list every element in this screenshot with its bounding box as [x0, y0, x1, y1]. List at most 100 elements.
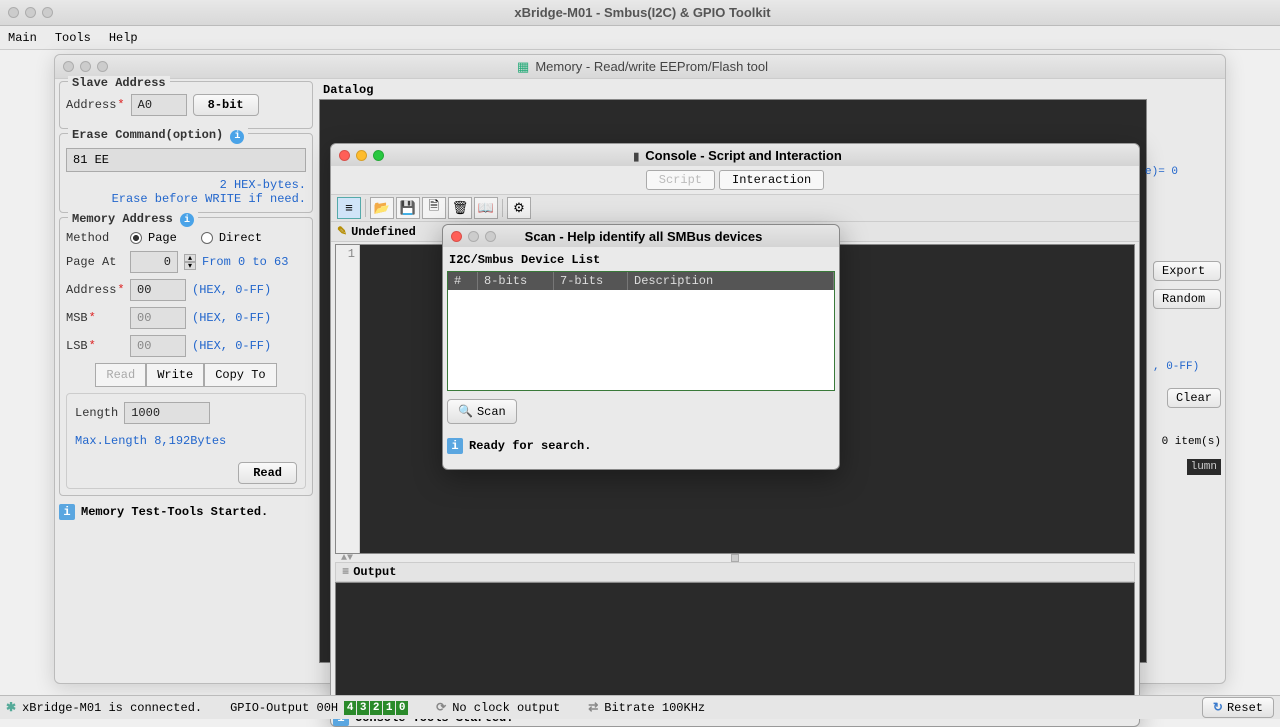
- editor-gutter: 1: [336, 245, 360, 553]
- info-icon[interactable]: i: [230, 130, 244, 144]
- zoom-icon[interactable]: [373, 150, 384, 161]
- console-titlebar: Console - Script and Interaction: [331, 144, 1139, 166]
- gpio-status: GPIO-Output 00H 4 3 2 1 0: [230, 701, 408, 715]
- memory-window-title: Memory - Read/write EEProm/Flash tool: [108, 59, 1177, 75]
- connection-status: xBridge-M01 is connected.: [6, 700, 202, 715]
- lsb-hint: (HEX, 0-FF): [192, 339, 271, 353]
- method-label: Method: [66, 231, 124, 245]
- tab-script[interactable]: Script: [646, 170, 715, 190]
- group-title: Memory Address i: [68, 212, 198, 228]
- column-header-partial: lumn: [1187, 459, 1221, 475]
- tb-saveas-icon[interactable]: 🗎: [422, 197, 446, 219]
- minimize-icon[interactable]: [468, 231, 479, 242]
- reset-button[interactable]: Reset: [1202, 697, 1274, 718]
- page-at-input[interactable]: 0: [130, 251, 178, 273]
- export-button[interactable]: Export: [1153, 261, 1221, 281]
- lsb-input: 00: [130, 335, 186, 357]
- minimize-icon[interactable]: [356, 150, 367, 161]
- tb-run-icon[interactable]: ⚙: [507, 197, 531, 219]
- console-title: Console - Script and Interaction: [384, 148, 1091, 163]
- scan-list-title: I2C/Smbus Device List: [447, 251, 835, 271]
- menu-help[interactable]: Help: [109, 31, 138, 45]
- minimize-icon[interactable]: [80, 61, 91, 72]
- read-button[interactable]: Read: [95, 363, 146, 387]
- side-hint-partial: , 0-FF): [1153, 361, 1221, 373]
- col-8bits: 8-bits: [478, 272, 554, 290]
- method-page-radio[interactable]: [130, 232, 142, 244]
- gpio-bit-1: 1: [383, 701, 395, 715]
- group-title: Slave Address: [68, 76, 170, 90]
- gpio-bit-3: 3: [357, 701, 369, 715]
- clock-icon: [436, 700, 446, 715]
- erase-hex-hint: 2 HEX-bytes.: [66, 178, 306, 192]
- col-7bits: 7-bits: [554, 272, 628, 290]
- scan-titlebar: Scan - Help identify all SMBus devices: [443, 225, 839, 247]
- minimize-icon[interactable]: [25, 7, 36, 18]
- method-direct-radio[interactable]: [201, 232, 213, 244]
- tb-open-icon[interactable]: 📂: [370, 197, 394, 219]
- col-index: #: [448, 272, 478, 290]
- copy-to-button[interactable]: Copy To: [204, 363, 276, 387]
- items-count: 0 item(s): [1162, 436, 1221, 448]
- gpio-bit-2: 2: [370, 701, 382, 715]
- slave-address-input[interactable]: A0: [131, 94, 187, 116]
- output-body: [335, 582, 1135, 700]
- memory-window-titlebar: Memory - Read/write EEProm/Flash tool: [55, 55, 1225, 79]
- close-icon[interactable]: [8, 7, 19, 18]
- page-label: Page: [148, 231, 177, 245]
- group-memory-address: Memory Address i Method Page Direct Page…: [59, 217, 313, 497]
- scan-status: i Ready for search.: [447, 438, 835, 454]
- length-label: Length: [75, 406, 118, 420]
- tb-book-icon[interactable]: 📖: [474, 197, 498, 219]
- app-traffic-lights: [8, 7, 53, 18]
- mem-address-input[interactable]: 00: [130, 279, 186, 301]
- close-icon[interactable]: [339, 150, 350, 161]
- menu-tools[interactable]: Tools: [55, 31, 91, 45]
- length-hint: Max.Length 8,192Bytes: [75, 434, 297, 448]
- clear-button[interactable]: Clear: [1167, 388, 1221, 408]
- page-at-hint: From 0 to 63: [202, 255, 288, 269]
- scan-table: # 8-bits 7-bits Description: [447, 271, 835, 391]
- console-toolbar: ≡ 📂 💾 🗎 🗑 📖 ⚙: [331, 194, 1139, 222]
- connect-icon: [6, 700, 16, 715]
- page-at-label: Page At: [66, 255, 124, 269]
- side-hint-partial: e)= 0: [1145, 166, 1221, 178]
- menu-main[interactable]: Main: [8, 31, 37, 45]
- zoom-icon[interactable]: [97, 61, 108, 72]
- scan-button[interactable]: Scan: [447, 399, 517, 424]
- close-icon[interactable]: [63, 61, 74, 72]
- splitter[interactable]: ▲▼: [331, 554, 1139, 562]
- address-hint: (HEX, 0-FF): [192, 283, 271, 297]
- close-icon[interactable]: [451, 231, 462, 242]
- width-button[interactable]: 8-bit: [193, 94, 259, 116]
- address-label: Address: [66, 283, 124, 297]
- read-button-2[interactable]: Read: [238, 462, 297, 484]
- col-description: Description: [628, 272, 834, 290]
- tab-interaction[interactable]: Interaction: [719, 170, 824, 190]
- tb-align-icon[interactable]: ≡: [337, 197, 361, 219]
- msb-hint: (HEX, 0-FF): [192, 311, 271, 325]
- tb-save-icon[interactable]: 💾: [396, 197, 420, 219]
- menubar: Main Tools Help: [0, 26, 1280, 50]
- direct-label: Direct: [219, 231, 262, 245]
- group-title: Erase Command(option) i: [68, 128, 248, 144]
- bitrate-status: Bitrate 100KHz: [588, 700, 705, 715]
- app-title: xBridge-M01 - Smbus(I2C) & GPIO Toolkit: [53, 5, 1232, 20]
- page-at-stepper[interactable]: ▴▾: [184, 254, 196, 270]
- write-button[interactable]: Write: [146, 363, 204, 387]
- datalog-label: Datalog: [319, 81, 1221, 99]
- info-icon: i: [447, 438, 463, 454]
- gpio-bit-4: 4: [344, 701, 356, 715]
- erase-command-input[interactable]: 81 EE: [66, 148, 306, 172]
- bitrate-icon: [588, 700, 598, 715]
- info-icon: i: [59, 504, 75, 520]
- zoom-icon[interactable]: [485, 231, 496, 242]
- length-input[interactable]: 1000: [124, 402, 210, 424]
- info-icon[interactable]: i: [180, 213, 194, 227]
- zoom-icon[interactable]: [42, 7, 53, 18]
- tb-delete-icon[interactable]: 🗑: [448, 197, 472, 219]
- random-button[interactable]: Random: [1153, 289, 1221, 309]
- scan-table-header: # 8-bits 7-bits Description: [448, 272, 834, 290]
- msb-label: MSB: [66, 311, 124, 325]
- erase-warn: Erase before WRITE if need.: [66, 192, 306, 206]
